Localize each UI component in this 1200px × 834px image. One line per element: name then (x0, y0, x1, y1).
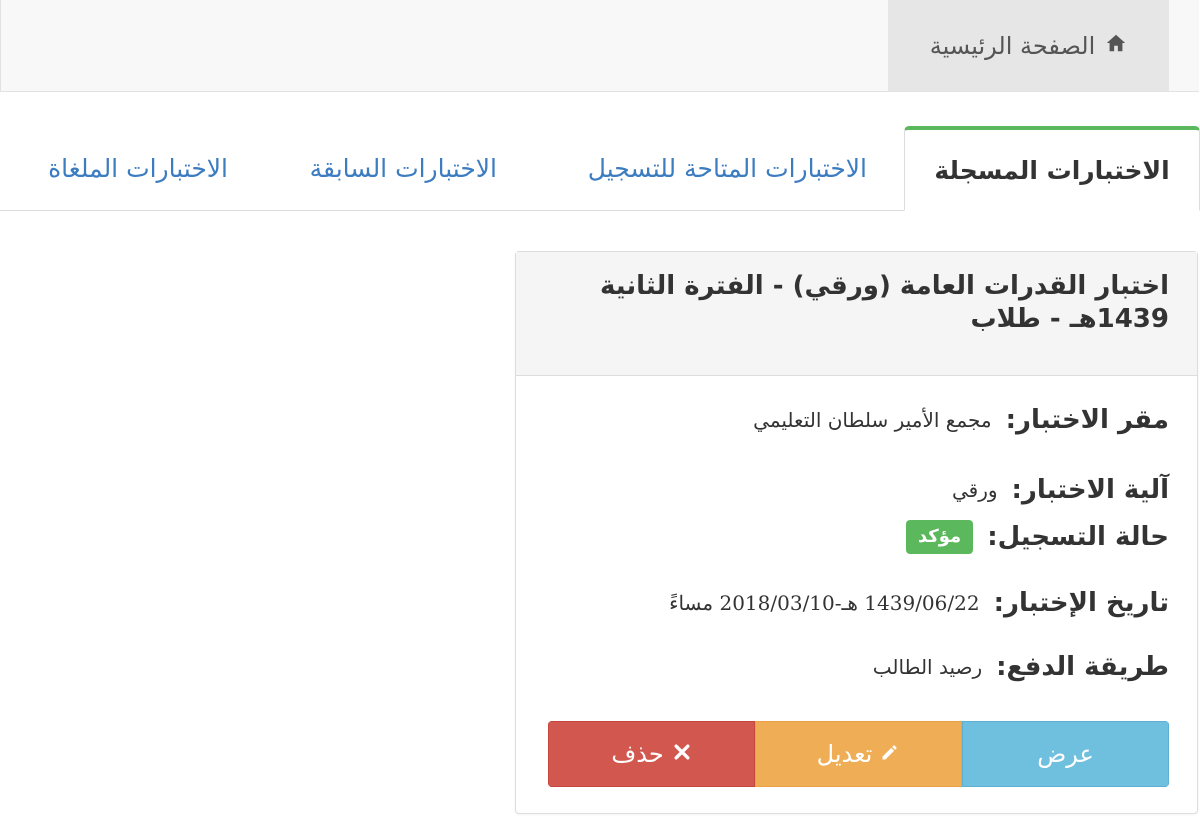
delete-button[interactable]: حذف (548, 721, 755, 787)
exam-title-line1: اختبار القدرات العامة (ورقي) - الفترة ال… (599, 271, 1169, 301)
location-row: مقر الاختبار: مجمع الأمير سلطان التعليمي (753, 405, 1169, 435)
payment-row: طريقة الدفع: رصيد الطالب (873, 652, 1169, 682)
status-label: حالة التسجيل: (987, 522, 1169, 552)
payment-label: طريقة الدفع: (996, 652, 1169, 682)
home-label: الصفحة الرئيسية (929, 31, 1096, 60)
tab-available-exams[interactable]: الاختبارات المتاحة للتسجيل (588, 126, 867, 210)
mode-label: آلية الاختبار: (1011, 475, 1169, 505)
close-icon (672, 740, 692, 768)
pencil-icon (880, 740, 900, 768)
status-badge: مؤكد (905, 520, 974, 554)
tab-cancelled-exams[interactable]: الاختبارات الملغاة (48, 126, 228, 210)
date-label: تاريخ الإختبار: (993, 588, 1169, 618)
tab-previous-exams[interactable]: الاختبارات السابقة (310, 126, 497, 210)
home-icon (1105, 32, 1127, 60)
exam-card: اختبار القدرات العامة (ورقي) - الفترة ال… (515, 251, 1198, 814)
payment-value: رصيد الطالب (872, 655, 983, 679)
tab-registered-exams[interactable]: الاختبارات المسجلة (904, 126, 1200, 211)
top-navbar: الصفحة الرئيسية (0, 0, 1199, 92)
exam-title-line2: 1439هـ - طلاب (970, 304, 1169, 334)
exam-title: اختبار القدرات العامة (ورقي) - الفترة ال… (516, 252, 1197, 376)
status-row: حالة التسجيل: مؤكد (905, 520, 1169, 554)
action-buttons: عرض تعديل حذف (548, 721, 1169, 787)
edit-button[interactable]: تعديل (755, 721, 962, 787)
mode-row: آلية الاختبار: ورقي (952, 475, 1169, 505)
date-row: تاريخ الإختبار: 1439/06/22 هـ-2018/03/10… (669, 588, 1169, 618)
delete-label: حذف (611, 740, 664, 768)
location-label: مقر الاختبار: (1005, 405, 1169, 435)
location-value: مجمع الأمير سلطان التعليمي (753, 408, 992, 432)
mode-value: ورقي (951, 478, 998, 502)
exam-tabs: الاختبارات المسجلة الاختبارات المتاحة لل… (0, 126, 1200, 211)
edit-label: تعديل (816, 740, 873, 768)
view-button[interactable]: عرض (962, 721, 1169, 787)
view-label: عرض (1037, 740, 1094, 768)
home-nav-link[interactable]: الصفحة الرئيسية (888, 0, 1169, 91)
date-value: 1439/06/22 هـ-2018/03/10 مساءً (669, 591, 980, 615)
